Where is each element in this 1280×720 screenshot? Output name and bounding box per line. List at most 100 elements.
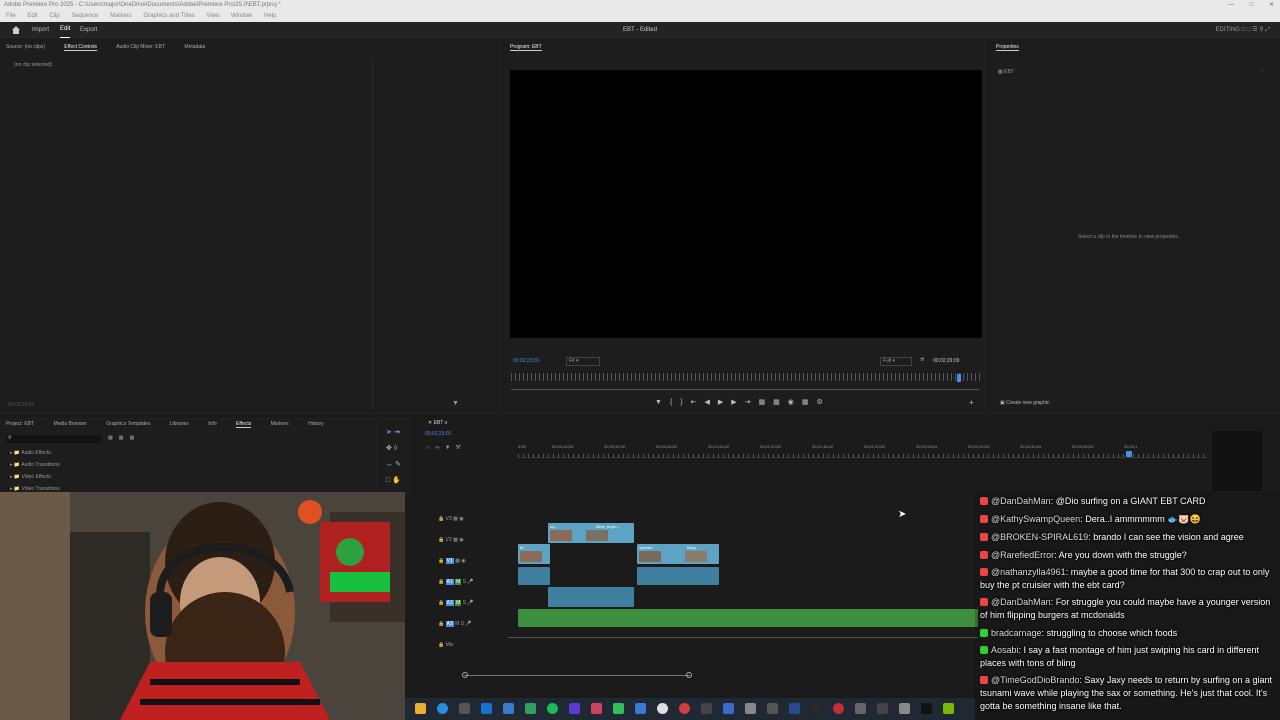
tab-effects[interactable]: Effects (236, 421, 252, 428)
quality-dropdown[interactable]: Full ▾ (880, 357, 912, 366)
app-icon[interactable] (635, 703, 646, 714)
effects-search-input[interactable]: ⚲ (6, 435, 101, 443)
app-icon[interactable] (745, 703, 756, 714)
tab-audio-clip-mixer[interactable]: Audio Clip Mixer: EBT (116, 44, 165, 50)
app-icon[interactable] (503, 703, 514, 714)
tab-markers[interactable]: Markers (271, 421, 289, 427)
export-frame-icon[interactable]: ◉ (788, 399, 802, 406)
menu-help[interactable]: Help (264, 13, 276, 19)
play-icon[interactable]: ▶ (718, 399, 731, 406)
tab-source[interactable]: Source: (no clips) (6, 44, 45, 50)
app-icon[interactable] (921, 703, 932, 714)
video-clip[interactable]: opensh... bling... (637, 544, 719, 564)
folder-audio-effects[interactable]: ▸ 📁 Audio Effects (10, 447, 60, 459)
track-header-mix[interactable]: 🔒 Mix (438, 635, 518, 656)
app-icon[interactable] (789, 703, 800, 714)
app-icon[interactable] (811, 703, 822, 714)
go-to-out-icon[interactable]: ⇥ (745, 399, 759, 406)
tab-info[interactable]: Info (208, 421, 216, 427)
app-icon[interactable] (877, 703, 888, 714)
program-label[interactable]: Program: EBT (510, 44, 542, 51)
app-icon[interactable] (701, 703, 712, 714)
accelerated-icon[interactable]: ▩ (108, 435, 119, 441)
menu-graphics[interactable]: Graphics and Titles (143, 13, 194, 19)
tab-libraries[interactable]: Libraries (170, 421, 189, 427)
file-explorer-icon[interactable] (415, 703, 426, 714)
timeline-sequence-tab[interactable]: ✕ EBT ≡ (428, 420, 448, 426)
maximize-icon[interactable]: □ (1250, 2, 1254, 8)
program-timecode-current[interactable]: 00;02;23;01 (513, 358, 539, 364)
program-playhead[interactable] (957, 374, 961, 382)
track-header-a2[interactable]: 🔒 A2 M S 🎤 (438, 593, 518, 614)
app-icon[interactable] (767, 703, 778, 714)
track-select-icon[interactable]: ⇥ (394, 429, 400, 436)
timeline-timecode[interactable]: 00;02;23;01 (425, 431, 451, 437)
app-icon[interactable] (569, 703, 580, 714)
timeline-scrollbar[interactable] (464, 675, 690, 676)
extract-icon[interactable]: ▦ (773, 399, 788, 406)
menu-view[interactable]: View (206, 13, 219, 19)
rectangle-icon[interactable]: □ (386, 477, 390, 484)
marker-icon[interactable]: ▼ (655, 399, 670, 406)
wrench-icon[interactable]: ⚒ (920, 357, 924, 363)
tab-metadata[interactable]: Metadata (184, 44, 205, 50)
menu-edit[interactable]: Edit (27, 13, 37, 19)
add-button-icon[interactable]: + (969, 398, 974, 407)
yuv-icon[interactable]: ▩ (129, 435, 140, 441)
mark-in-icon[interactable]: { (670, 399, 680, 406)
filter-icon[interactable]: ▼ (452, 400, 459, 407)
hand-icon[interactable]: ✋ (392, 477, 401, 484)
app-icon[interactable] (723, 703, 734, 714)
menu-markers[interactable]: Markers (110, 13, 132, 19)
marker-add-icon[interactable]: ▼ (445, 445, 456, 451)
app-icon[interactable] (591, 703, 602, 714)
track-header-a3[interactable]: 🔒 A3 M S 🎤 (438, 614, 518, 635)
timeline-playhead[interactable] (1126, 451, 1132, 457)
settings-icon[interactable]: ⚙ (817, 399, 831, 406)
menu-sequence[interactable]: Sequence (71, 13, 98, 19)
audio-clip[interactable] (637, 567, 719, 585)
snap-icon[interactable]: ∩ (426, 445, 435, 451)
close-icon[interactable]: ✕ (1269, 2, 1274, 8)
menu-clip[interactable]: Clip (49, 13, 59, 19)
video-clip[interactable]: op... Mine_buyin... (548, 523, 634, 543)
track-header-v1[interactable]: 🔒 V1 ▩ ◉ (438, 551, 518, 572)
tab-project[interactable]: Project: EBT (6, 421, 34, 427)
program-scrubber[interactable] (511, 389, 979, 390)
mark-out-icon[interactable]: } (680, 399, 690, 406)
app-icon[interactable] (525, 703, 536, 714)
spotify-icon[interactable] (547, 703, 558, 714)
go-to-in-icon[interactable]: ⇤ (691, 399, 705, 406)
linked-icon[interactable]: ∞ (435, 445, 444, 451)
app-icon[interactable] (833, 703, 844, 714)
track-header-v2[interactable]: 🔒 V2 ▩ ◉ (438, 530, 518, 551)
tab-media-browser[interactable]: Media Browser (53, 421, 86, 427)
properties-item[interactable]: ▩ EBT (998, 69, 1014, 75)
app-icon[interactable] (613, 703, 624, 714)
audio-clip[interactable] (548, 587, 634, 607)
app-icon[interactable] (679, 703, 690, 714)
track-header-a1[interactable]: 🔒 A1 M S 🎤 (438, 572, 518, 593)
slip-icon[interactable]: ↔ (386, 461, 393, 468)
app-icon[interactable] (899, 703, 910, 714)
fit-dropdown[interactable]: Fit ▾ (566, 357, 600, 366)
menu-file[interactable]: File (6, 13, 16, 19)
scroll-handle-left[interactable] (462, 672, 468, 678)
tab-history[interactable]: History (308, 421, 324, 427)
selection-tool-icon[interactable]: ➤ (386, 429, 392, 436)
chrome-icon[interactable] (657, 703, 668, 714)
properties-menu-icon[interactable]: ⋯ (1259, 68, 1264, 74)
edge-icon[interactable] (437, 703, 448, 714)
razor-icon[interactable]: ◊ (394, 445, 397, 452)
menu-window[interactable]: Window (231, 13, 252, 19)
folder-audio-transitions[interactable]: ▸ 📁 Audio Transitions (10, 459, 60, 471)
track-header-v3[interactable]: 🔒 V3 ▩ ◉ (438, 509, 518, 530)
mute-icon[interactable]: M (455, 579, 462, 585)
step-forward-icon[interactable]: ▶ (731, 399, 744, 406)
app-icon[interactable] (459, 703, 470, 714)
wrench-timeline-icon[interactable]: ⚒ (456, 445, 466, 451)
tab-graphics-templates[interactable]: Graphics Templates (106, 421, 150, 427)
scroll-handle-right[interactable] (686, 672, 692, 678)
music-audio-clip[interactable] (518, 609, 978, 627)
mute-icon[interactable]: M (455, 600, 462, 606)
